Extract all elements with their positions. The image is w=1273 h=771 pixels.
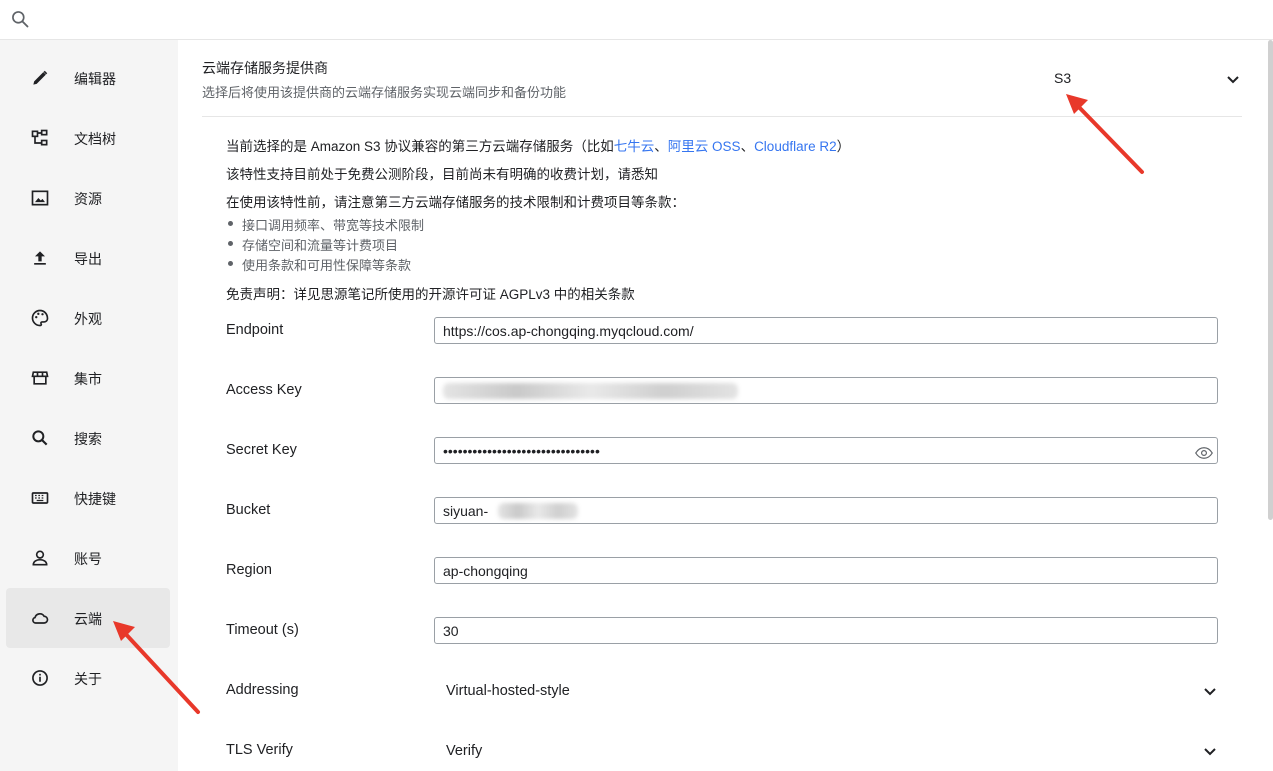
store-icon: [31, 371, 49, 385]
top-search-bar: [0, 0, 1273, 40]
sidebar-item-bazaar[interactable]: 集市: [6, 348, 170, 408]
user-icon: [32, 550, 48, 566]
sidebar-item-appearance[interactable]: 外观: [6, 288, 170, 348]
sidebar-item-keymap[interactable]: 快捷键: [6, 468, 170, 528]
eye-icon[interactable]: [1195, 446, 1213, 460]
chevron-down-icon: [1227, 76, 1239, 84]
search-icon[interactable]: [10, 9, 30, 29]
tls-verify-select-value: Verify: [446, 743, 483, 759]
scrollbar[interactable]: [1268, 40, 1273, 520]
sidebar-item-label: 快捷键: [74, 491, 116, 507]
sidebar-item-label: 集市: [74, 371, 102, 387]
link-qiniu[interactable]: 七牛云: [614, 139, 655, 154]
terms-notice: 在使用该特性前，请注意第三方云端存储服务的技术限制和计费项目等条款：: [226, 195, 685, 210]
list-item: 存储空间和流量等计费项目: [227, 235, 398, 254]
timeout-label: Timeout (s): [226, 622, 299, 638]
secret-key-label: Secret Key: [226, 442, 297, 458]
sidebar-item-label: 文档树: [74, 131, 116, 147]
sidebar-item-assets[interactable]: 资源: [6, 168, 170, 228]
secret-key-input[interactable]: [434, 437, 1218, 464]
tree-icon: [31, 129, 48, 146]
sidebar-item-editor[interactable]: 编辑器: [6, 48, 170, 108]
pencil-icon: [33, 70, 48, 85]
link-cloudflare-r2[interactable]: Cloudflare R2: [754, 139, 837, 154]
addressing-select[interactable]: Virtual-hosted-style: [434, 678, 1218, 705]
info-icon: [32, 670, 48, 686]
sidebar-item-about[interactable]: 关于: [6, 648, 170, 708]
image-icon: [31, 190, 49, 206]
sidebar-item-label: 外观: [74, 311, 102, 327]
settings-sidebar: 编辑器 文档树 资源 导出 外观 集市 搜索 快捷键 账号 云端 关于: [0, 40, 178, 771]
upload-icon: [34, 251, 46, 265]
sidebar-item-label: 云端: [74, 611, 102, 627]
provider-info-line: 当前选择的是 Amazon S3 协议兼容的第三方云端存储服务（比如七牛云、阿里…: [226, 139, 851, 154]
chevron-down-icon: [1204, 748, 1216, 756]
region-label: Region: [226, 562, 272, 578]
palette-icon: [31, 309, 49, 327]
disclaimer: 免责声明：详见思源笔记所使用的开源许可证 AGPLv3 中的相关条款: [226, 287, 635, 302]
sidebar-item-label: 账号: [74, 551, 102, 567]
sidebar-item-label: 导出: [74, 251, 102, 267]
sidebar-item-doctree[interactable]: 文档树: [6, 108, 170, 168]
cloud-icon: [32, 613, 49, 624]
provider-select-value: S3: [1054, 70, 1072, 86]
addressing-select-value: Virtual-hosted-style: [446, 683, 570, 699]
addressing-label: Addressing: [226, 682, 299, 698]
tls-verify-select[interactable]: Verify: [434, 738, 1218, 765]
keyboard-icon: [31, 492, 49, 504]
provider-select[interactable]: S3: [1054, 68, 1244, 90]
search-icon: [32, 430, 48, 446]
timeout-input[interactable]: [434, 617, 1218, 644]
sidebar-item-export[interactable]: 导出: [6, 228, 170, 288]
bucket-label: Bucket: [226, 502, 271, 518]
list-item: 使用条款和可用性保障等条款: [227, 255, 411, 274]
link-aliyun-oss[interactable]: 阿里云 OSS: [668, 139, 741, 154]
provider-description: 选择后将使用该提供商的云端存储服务实现云端同步和备份功能: [202, 85, 567, 100]
access-key-label: Access Key: [226, 382, 302, 398]
chevron-down-icon: [1204, 688, 1216, 696]
sidebar-item-label: 编辑器: [74, 71, 116, 87]
sidebar-item-label: 资源: [74, 191, 102, 207]
endpoint-label: Endpoint: [226, 322, 284, 338]
divider: [202, 116, 1242, 117]
beta-notice: 该特性支持目前处于免费公测阶段，目前尚未有明确的收费计划，请悉知: [226, 167, 658, 182]
cloud-settings-panel: 云端存储服务提供商 选择后将使用该提供商的云端存储服务实现云端同步和备份功能 S…: [178, 40, 1273, 771]
region-input[interactable]: [434, 557, 1218, 584]
sidebar-item-cloud[interactable]: 云端: [6, 588, 170, 648]
sidebar-item-label: 搜索: [74, 431, 102, 447]
list-item: 接口调用频率、带宽等技术限制: [227, 215, 424, 234]
sidebar-item-search[interactable]: 搜索: [6, 408, 170, 468]
tls-verify-label: TLS Verify: [226, 742, 293, 758]
sidebar-item-account[interactable]: 账号: [6, 528, 170, 588]
endpoint-input[interactable]: [434, 317, 1218, 344]
provider-title: 云端存储服务提供商: [202, 60, 328, 76]
redacted-blur: [498, 503, 578, 519]
redacted-blur: [443, 383, 738, 399]
sidebar-item-label: 关于: [74, 671, 102, 687]
